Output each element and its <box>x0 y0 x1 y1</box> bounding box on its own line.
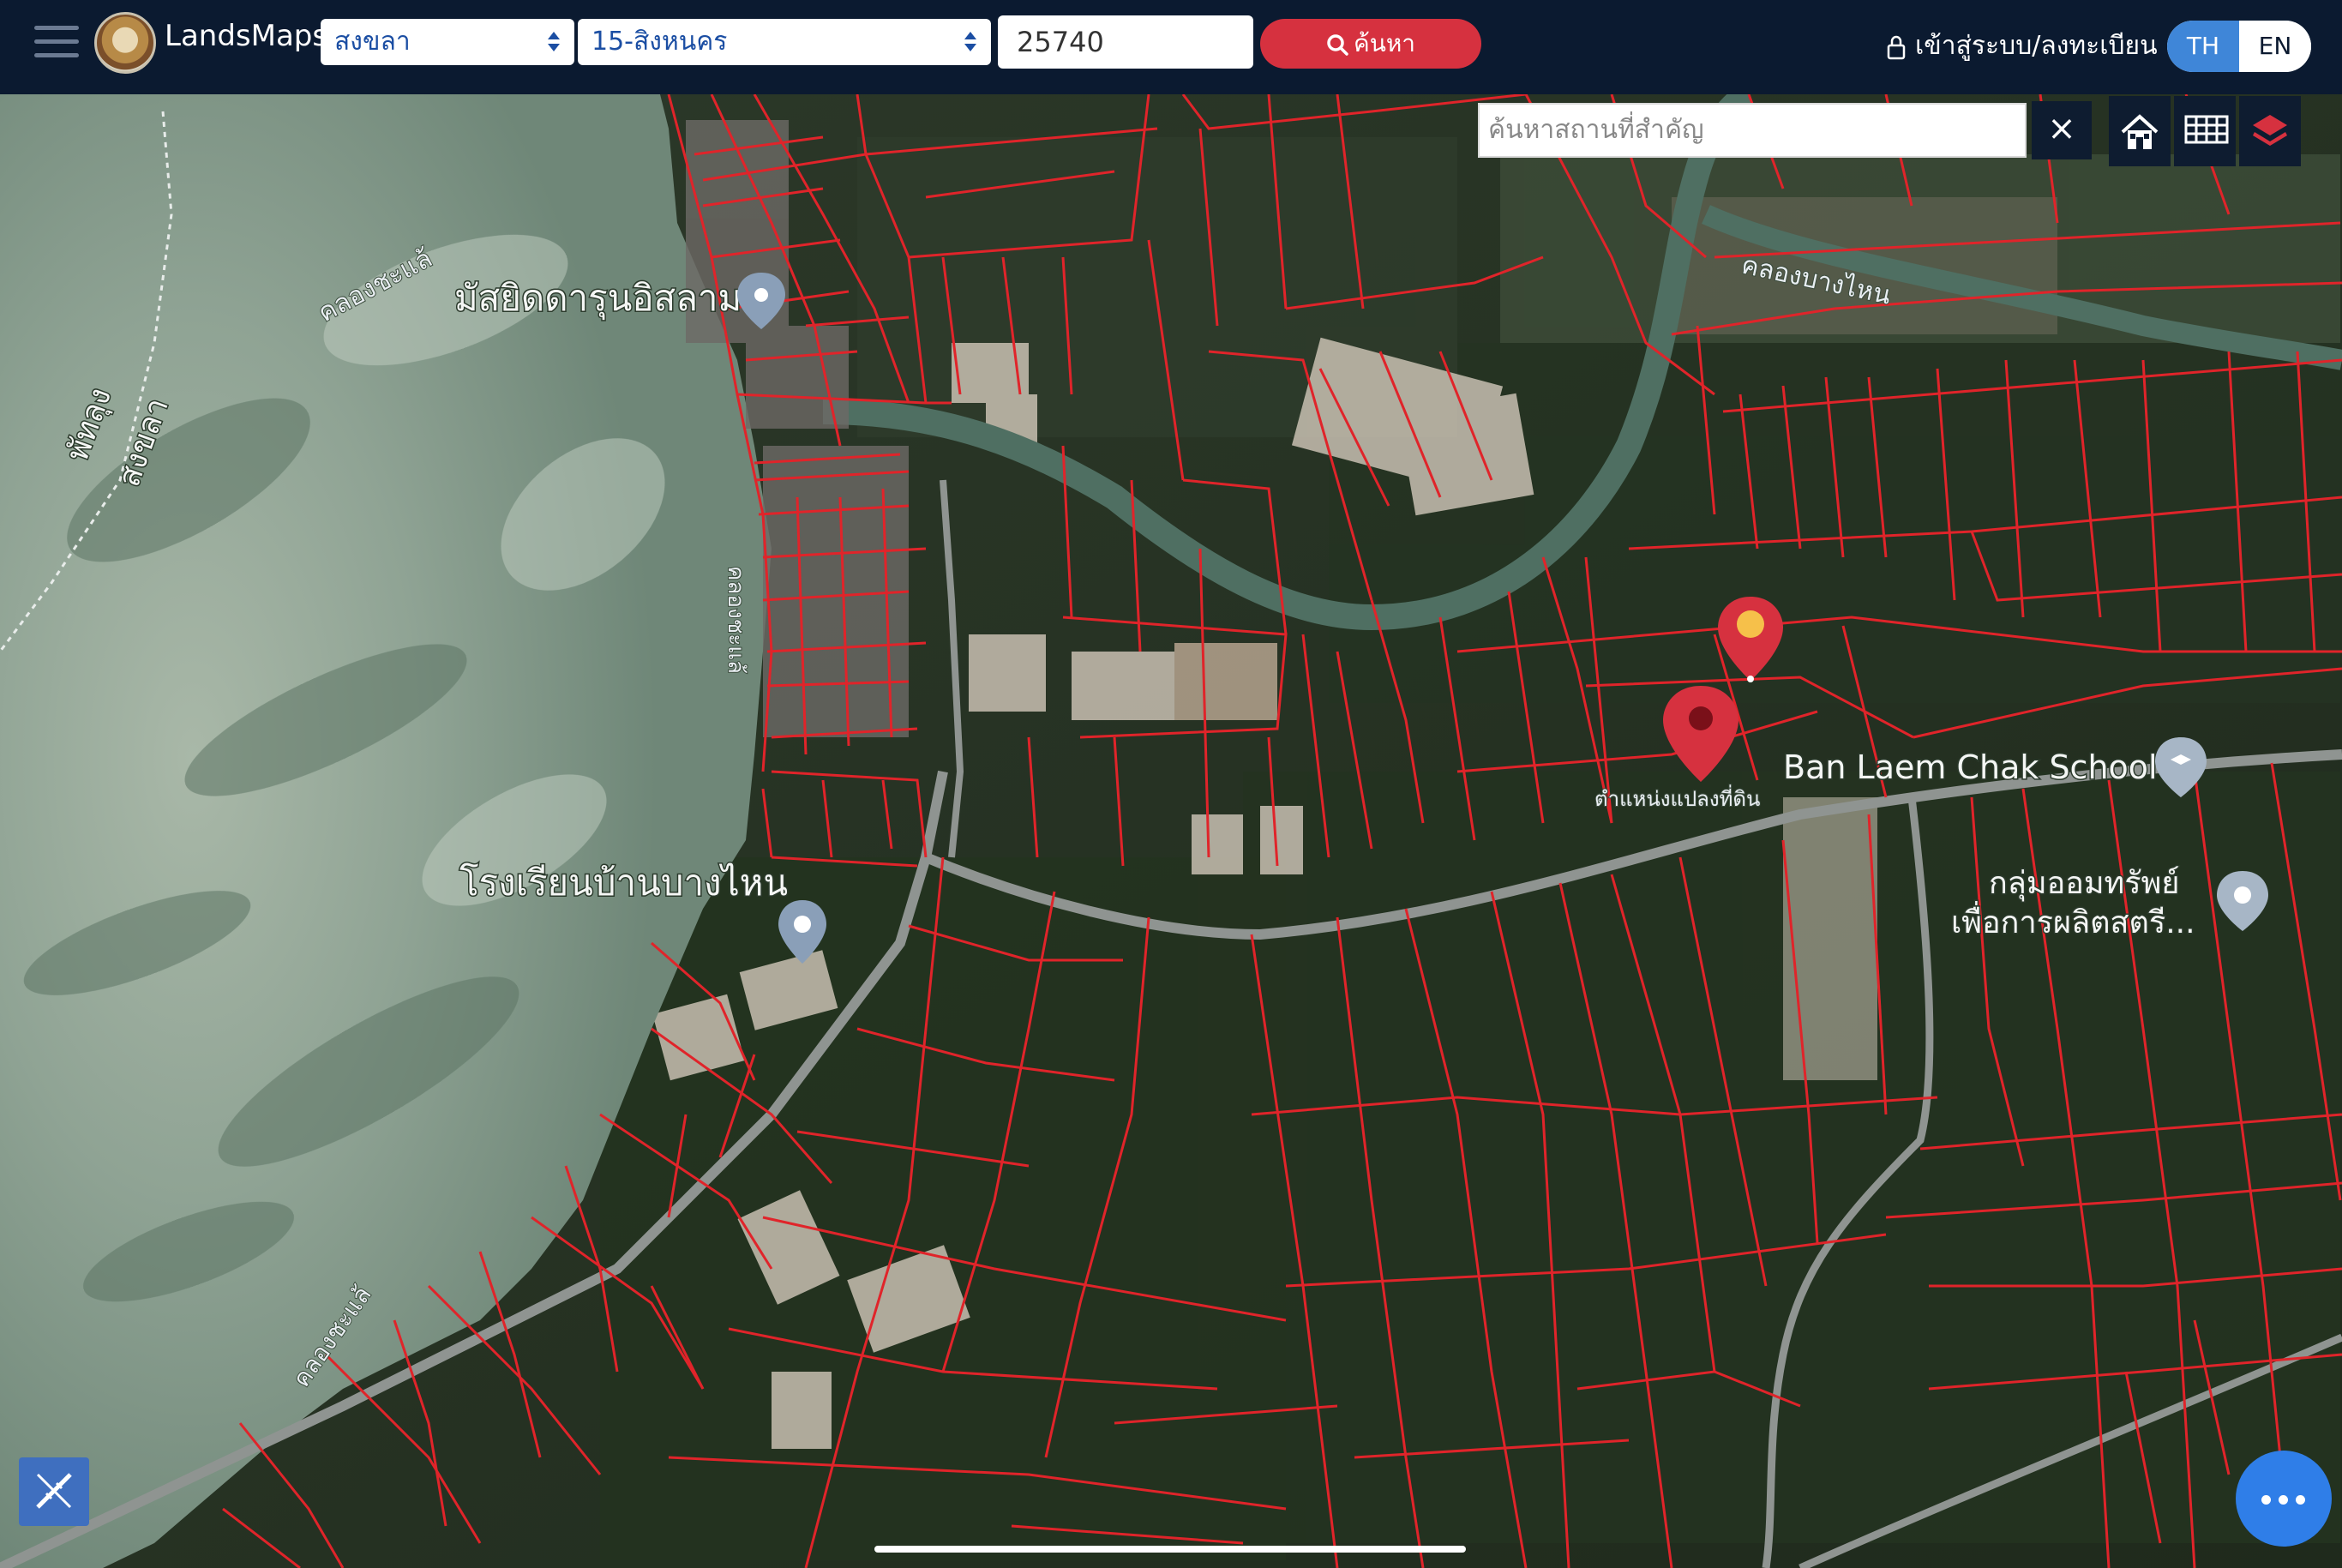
district-value: 15-สิงหนคร <box>592 27 728 57</box>
parcel-number-input[interactable]: 25740 <box>998 15 1253 69</box>
clear-search-button[interactable]: × <box>2032 101 2092 159</box>
district-select[interactable]: 15-สิงหนคร <box>578 19 991 65</box>
group-label-line2: เพื่อการผลิตสตรี... <box>1951 901 2195 940</box>
poi-search-placeholder: ค้นหาสถานที่สำคัญ <box>1488 115 1704 145</box>
select-caret-icon <box>962 29 979 55</box>
lock-icon <box>1887 35 1906 59</box>
more-icon <box>2296 1495 2305 1505</box>
satellite-map[interactable]: มัสยิดดารุนอิสลาม โรงเรียนบ้านบางไหน Ban… <box>0 0 2342 1568</box>
login-label: เข้าสู่ระบบ/ลงทะเบียน <box>1915 31 2158 61</box>
canal-label-2: คลองชะแล้ <box>723 566 748 674</box>
menu-icon[interactable] <box>34 26 79 63</box>
more-options-button[interactable] <box>2236 1451 2332 1547</box>
school-en-label: Ban Laem Chak School <box>1783 748 2158 786</box>
layers-button[interactable] <box>2239 96 2301 166</box>
home-button[interactable] <box>2109 96 2171 166</box>
search-button[interactable]: ค้นหา <box>1260 19 1481 69</box>
search-icon <box>1327 34 1348 56</box>
brand-name: LandsMaps <box>165 19 328 53</box>
group-label-line1: กลุ่มออมทรัพย์ <box>1989 866 2179 902</box>
close-icon: × <box>2047 109 2076 148</box>
more-icon <box>2261 1495 2271 1505</box>
search-button-label: ค้นหา <box>1353 29 1416 57</box>
poi-search-input[interactable]: ค้นหาสถานที่สำคัญ <box>1478 103 2027 158</box>
login-link[interactable]: เข้าสู่ระบบ/ลงทะเบียน <box>1886 26 2158 67</box>
lang-en-button[interactable]: EN <box>2239 21 2311 72</box>
measure-tool-button[interactable] <box>19 1457 89 1526</box>
top-navigation-bar: LandsMaps สงขลา 15-สิงหนคร 25740 ค้นหา เ… <box>0 0 2342 94</box>
select-caret-icon <box>545 29 562 55</box>
landsmaps-logo <box>94 12 156 74</box>
parcel-pin-label: ตำแหน่งแปลงที่ดิน <box>1594 784 1760 811</box>
more-icon <box>2279 1495 2288 1505</box>
measure-tool-icon <box>36 1473 72 1509</box>
language-toggle: TH EN <box>2167 21 2311 72</box>
province-value: สงขลา <box>334 27 411 57</box>
home-indicator <box>874 1546 1466 1553</box>
grid-button[interactable] <box>2174 96 2236 166</box>
grid-icon <box>2184 115 2229 144</box>
layers-icon <box>2253 115 2287 146</box>
school-thai-label: โรงเรียนบ้านบางไหน <box>459 862 788 904</box>
mosque-label: มัสยิดดารุนอิสลาม <box>454 277 742 321</box>
parcel-number-value: 25740 <box>1017 26 1104 58</box>
province-select[interactable]: สงขลา <box>321 19 574 65</box>
home-icon <box>2121 114 2159 149</box>
lang-th-button[interactable]: TH <box>2167 21 2239 72</box>
